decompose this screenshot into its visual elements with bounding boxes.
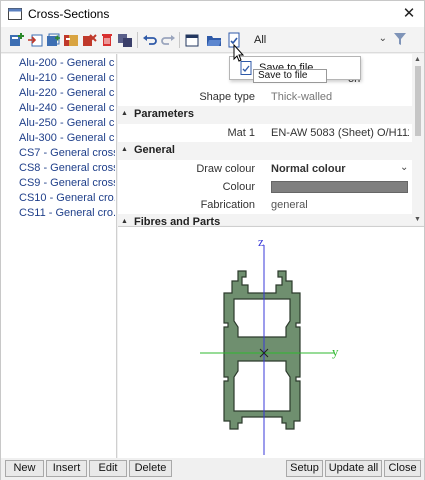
draw-colour-label: Draw colour	[196, 163, 255, 175]
cross-section-list[interactable]: Alu-200 - General c... Alu-210 - General…	[1, 54, 117, 458]
insert-button[interactable]: Insert	[46, 460, 87, 477]
properties-scrollbar[interactable]: ▲ ▼	[412, 54, 424, 225]
colour-label: Colour	[222, 181, 255, 193]
delete-button[interactable]: Delete	[129, 460, 172, 477]
list-item[interactable]: CS11 - General cro...	[19, 207, 115, 222]
save-to-file-icon	[240, 61, 252, 75]
edit-icon[interactable]	[63, 32, 79, 48]
title-bar: Cross-Sections ✕	[1, 1, 424, 27]
section-parameters[interactable]: ▲ Parameters	[118, 106, 412, 124]
toolbar-separator	[137, 32, 138, 48]
section-general-label: General	[134, 144, 175, 156]
filter-dropdown[interactable]: All ⌄	[251, 31, 391, 49]
chevron-down-icon[interactable]: ⌄	[400, 162, 408, 173]
colour-swatch[interactable]	[271, 181, 408, 193]
property-row-fabrication[interactable]: Fabrication general	[118, 196, 412, 214]
chevron-down-icon: ⌄	[378, 33, 387, 44]
add-library-icon[interactable]	[45, 32, 61, 48]
property-row-shape-type[interactable]: Shape type Thick-walled	[118, 88, 412, 106]
list-item[interactable]: Alu-300 - General c...	[19, 132, 115, 147]
copy-icon[interactable]	[117, 32, 133, 48]
edit-button[interactable]: Edit	[89, 460, 127, 477]
list-item[interactable]: CS9 - General cross...	[19, 177, 115, 192]
collapse-icon[interactable]: ▲	[121, 218, 128, 225]
open-folder-icon[interactable]	[206, 32, 222, 48]
delete-icon[interactable]	[81, 32, 97, 48]
toolbar-separator	[179, 32, 180, 48]
list-item[interactable]: Alu-240 - General c...	[19, 102, 115, 117]
section-general[interactable]: ▲ General	[118, 142, 412, 160]
bottom-button-bar: New Insert Edit Delete Setup Update all …	[1, 458, 424, 480]
window-title: Cross-Sections	[28, 7, 110, 21]
redo-icon[interactable]	[160, 32, 176, 48]
list-item[interactable]: CS7 - General cross...	[19, 147, 115, 162]
list-item[interactable]: CS10 - General cro...	[19, 192, 115, 207]
mat1-label: Mat 1	[227, 127, 255, 139]
z-axis-label: z	[258, 234, 264, 249]
section-fibres-label: Fibres and Parts	[134, 216, 221, 225]
list-item[interactable]: Alu-250 - General c...	[19, 117, 115, 132]
close-button[interactable]: Close	[384, 460, 421, 477]
mouse-cursor-icon	[233, 44, 245, 62]
cross-sections-window: Cross-Sections ✕ All ⌄ Alu-200 - General…	[0, 0, 425, 480]
list-item[interactable]: Alu-220 - General c...	[19, 87, 115, 102]
toolbar: All ⌄	[1, 27, 424, 53]
list-item[interactable]: CS8 - General cross...	[19, 162, 115, 177]
draw-colour-value[interactable]: Normal colour	[271, 163, 391, 175]
shape-type-value[interactable]: Thick-walled	[271, 91, 409, 103]
save-to-file-tooltip: Save to file	[253, 69, 327, 83]
mat1-value[interactable]: EN-AW 5083 (Sheet) O/H111 (	[271, 127, 409, 139]
table-icon[interactable]	[184, 32, 200, 48]
filter-value: All	[254, 34, 267, 46]
y-axis-label: y	[332, 344, 339, 359]
section-fibres-and-parts[interactable]: ▲ Fibres and Parts	[118, 214, 412, 225]
section-preview-svg: z y	[200, 234, 339, 455]
list-item[interactable]: Alu-200 - General c...	[19, 57, 115, 72]
fabrication-value[interactable]: general	[271, 199, 409, 211]
collapse-icon[interactable]: ▲	[121, 110, 128, 117]
scroll-up-icon[interactable]: ▲	[414, 56, 421, 63]
property-row-mat1[interactable]: Mat 1 EN-AW 5083 (Sheet) O/H111 (	[118, 124, 412, 142]
update-all-button[interactable]: Update all	[325, 460, 382, 477]
cross-section-outline	[223, 270, 301, 430]
new-button[interactable]: New	[5, 460, 44, 477]
property-row-draw-colour[interactable]: Draw colour Normal colour ⌄	[118, 160, 412, 178]
insert-icon[interactable]	[27, 32, 43, 48]
trash-icon[interactable]	[99, 32, 115, 48]
scroll-thumb[interactable]	[415, 66, 421, 136]
collapse-icon[interactable]: ▲	[121, 146, 128, 153]
property-row-colour[interactable]: Colour	[118, 178, 412, 196]
section-preview-canvas[interactable]: z y	[118, 226, 424, 458]
section-parameters-label: Parameters	[134, 108, 194, 120]
scroll-down-icon[interactable]: ▼	[414, 216, 421, 223]
fabrication-label: Fabrication	[200, 199, 255, 211]
setup-button[interactable]: Setup	[286, 460, 323, 477]
shape-type-label: Shape type	[199, 91, 255, 103]
list-item[interactable]: Alu-210 - General c...	[19, 72, 115, 87]
tooltip-text: Save to file	[258, 70, 308, 81]
undo-icon[interactable]	[142, 32, 158, 48]
close-window-icon[interactable]: ✕	[394, 1, 424, 27]
app-icon	[8, 8, 22, 20]
funnel-icon[interactable]	[393, 32, 407, 46]
add-icon[interactable]	[9, 32, 25, 48]
